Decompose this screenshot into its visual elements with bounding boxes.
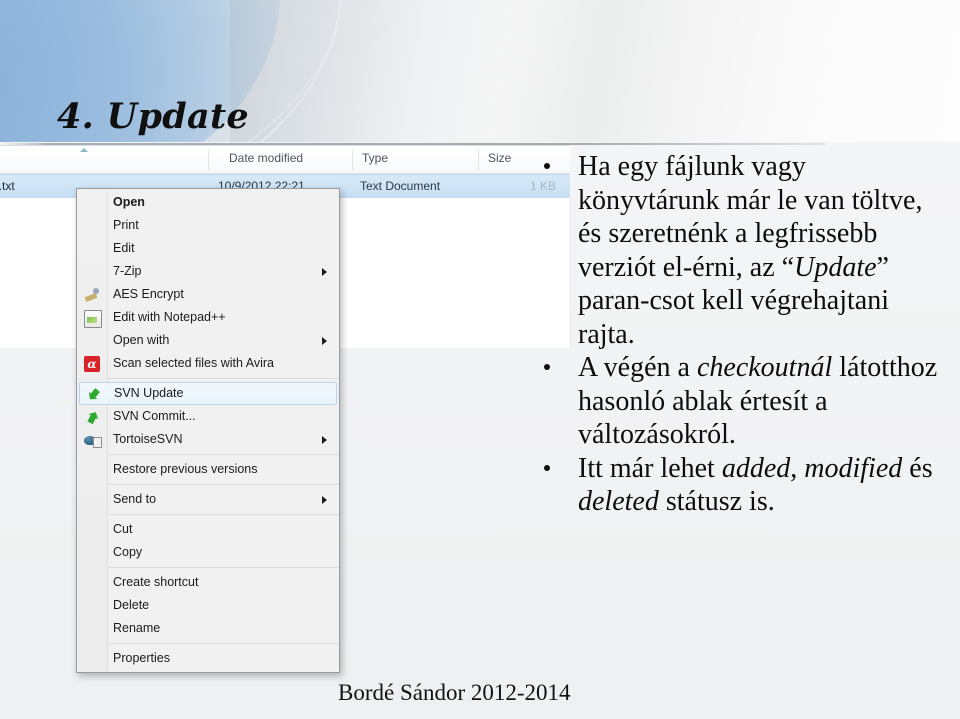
bullet-icon <box>544 364 550 370</box>
menu-item-edit[interactable]: Edit <box>77 237 339 260</box>
menu-item-aes-encrypt[interactable]: AES Encrypt <box>77 283 339 306</box>
file-name-cell: a.txt <box>0 179 15 193</box>
list-item: Ha egy fájlunk vagy könyvtárunk már le v… <box>532 150 952 351</box>
menu-item-rename[interactable]: Rename <box>77 617 339 640</box>
svn-update-arrow-icon <box>85 386 101 402</box>
page-title: 4. Update <box>57 96 250 137</box>
sort-ascending-icon <box>80 148 88 152</box>
menu-separator <box>108 484 339 485</box>
file-type-cell: Text Document <box>360 179 441 193</box>
bullet-text: A végén a checkoutnál látotthoz hasonló … <box>578 352 938 450</box>
aes-encrypt-icon <box>84 287 100 303</box>
menu-item-delete[interactable]: Delete <box>77 594 339 617</box>
menu-item-label: Copy <box>113 545 143 559</box>
menu-item-label: Scan selected files with Avira <box>113 356 274 370</box>
chevron-right-icon <box>322 337 327 345</box>
menu-item-label: SVN Commit... <box>113 409 196 423</box>
slide-footer: Bordé Sándor 2012-2014 <box>338 680 571 705</box>
menu-item-edit-with-notepad-plus-plus[interactable]: Edit with Notepad++ <box>77 306 339 329</box>
column-divider <box>208 149 209 171</box>
bullet-text: Ha egy fájlunk vagy könyvtárunk már le v… <box>578 151 923 350</box>
menu-item-send-to[interactable]: Send to <box>77 488 339 511</box>
bullet-icon <box>544 163 550 169</box>
menu-item-label: Rename <box>113 621 161 635</box>
bullet-text: Itt már lehet added, modified és deleted… <box>578 452 933 518</box>
menu-item-label: Open with <box>113 333 170 347</box>
menu-item-label: AES Encrypt <box>113 287 184 301</box>
presentation-slide: 4. Update Date modified Type Size a.txt … <box>0 0 960 719</box>
context-menu[interactable]: Open Print Edit 7-Zip AES Encrypt Edit w… <box>76 188 340 673</box>
menu-item-print[interactable]: Print <box>77 214 339 237</box>
menu-separator <box>108 567 339 568</box>
menu-separator <box>108 454 339 455</box>
slide-body-text: Ha egy fájlunk vagy könyvtárunk már le v… <box>532 150 952 519</box>
menu-item-cut[interactable]: Cut <box>77 518 339 541</box>
chevron-right-icon <box>322 436 327 444</box>
menu-item-svn-commit[interactable]: SVN Commit... <box>77 405 339 428</box>
chevron-right-icon <box>322 268 327 276</box>
tortoise-turtle-icon <box>84 432 102 448</box>
list-item: A végén a checkoutnál látotthoz hasonló … <box>532 351 952 452</box>
menu-item-label: Cut <box>113 522 133 536</box>
menu-separator <box>108 643 339 644</box>
menu-item-label: Edit <box>113 241 135 255</box>
menu-item-open-with[interactable]: Open with <box>77 329 339 352</box>
menu-item-create-shortcut[interactable]: Create shortcut <box>77 571 339 594</box>
header-sheen <box>230 0 650 142</box>
column-divider <box>352 149 353 171</box>
menu-item-label: Open <box>113 195 145 209</box>
menu-item-label: Edit with Notepad++ <box>113 310 226 324</box>
menu-item-label: Delete <box>113 598 150 612</box>
menu-item-restore-previous-versions[interactable]: Restore previous versions <box>77 458 339 481</box>
menu-item-label: 7-Zip <box>113 264 142 278</box>
menu-item-properties[interactable]: Properties <box>77 647 339 670</box>
menu-item-7-zip[interactable]: 7-Zip <box>77 260 339 283</box>
column-divider <box>478 149 479 171</box>
menu-item-label: Restore previous versions <box>113 462 258 476</box>
avira-icon: α <box>84 356 100 372</box>
column-header-type[interactable]: Type <box>362 151 388 165</box>
notepad-plus-plus-icon <box>84 310 102 328</box>
chevron-right-icon <box>322 496 327 504</box>
menu-item-label: SVN Update <box>114 386 184 400</box>
column-header-size[interactable]: Size <box>488 151 511 165</box>
menu-separator <box>108 378 339 379</box>
menu-item-label: Properties <box>113 651 170 665</box>
menu-item-label: TortoiseSVN <box>113 432 183 446</box>
menu-item-svn-update[interactable]: SVN Update <box>79 382 337 405</box>
explorer-column-header-row: Date modified Type Size <box>0 146 570 174</box>
menu-item-tortoisesvn[interactable]: TortoiseSVN <box>77 428 339 451</box>
menu-separator <box>108 514 339 515</box>
svn-commit-arrow-icon <box>84 409 100 425</box>
menu-item-label: Print <box>113 218 139 232</box>
menu-item-open[interactable]: Open <box>77 191 339 214</box>
menu-item-copy[interactable]: Copy <box>77 541 339 564</box>
bullet-icon <box>544 464 550 471</box>
menu-item-scan-with-avira[interactable]: α Scan selected files with Avira <box>77 352 339 375</box>
list-item: Itt már lehet added, modified és deleted… <box>532 452 952 519</box>
column-header-date-modified[interactable]: Date modified <box>229 151 303 165</box>
menu-item-label: Create shortcut <box>113 575 199 589</box>
menu-item-label: Send to <box>113 492 157 506</box>
